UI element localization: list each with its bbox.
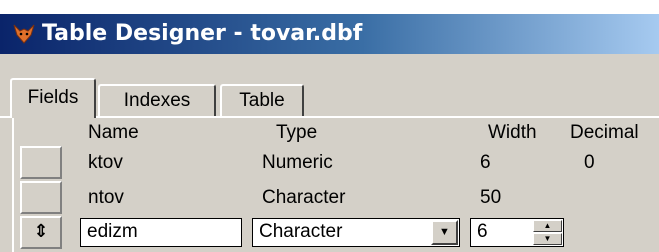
title-bar[interactable]: Table Designer - tovar.dbf: [0, 14, 659, 54]
chevron-down-icon[interactable]: ▼: [431, 220, 458, 245]
window-title: Table Designer - tovar.dbf: [42, 21, 363, 46]
field-type[interactable]: Character: [262, 181, 345, 214]
tab-indexes[interactable]: Indexes: [98, 84, 216, 116]
field-width[interactable]: 6: [480, 146, 491, 179]
tab-table-label: Table: [239, 90, 285, 111]
move-row-icon[interactable]: ⇕: [22, 218, 60, 246]
tab-indexes-label: Indexes: [123, 90, 191, 111]
field-width[interactable]: 50: [480, 181, 501, 214]
tab-table[interactable]: Table: [220, 84, 304, 116]
table-designer-window: Table Designer - tovar.dbf Fields Indexe…: [0, 14, 659, 252]
spin-up-icon[interactable]: ▲: [533, 220, 562, 232]
column-header-type: Type: [276, 122, 318, 143]
field-row-current[interactable]: ⇕ edizm Character ▼ 6 ▲ ▼: [0, 216, 659, 251]
row-selector[interactable]: [20, 146, 62, 179]
field-row[interactable]: ktov Numeric 6 0: [0, 146, 659, 181]
field-name-value: edizm: [87, 221, 138, 242]
tab-fields[interactable]: Fields: [10, 78, 96, 118]
row-selector[interactable]: [20, 181, 62, 214]
field-width-spinner[interactable]: 6 ▲ ▼: [470, 218, 564, 247]
field-type-combobox[interactable]: Character ▼: [252, 218, 460, 247]
column-header-name: Name: [88, 122, 139, 143]
field-type[interactable]: Numeric: [262, 146, 333, 179]
field-name-input[interactable]: edizm: [80, 218, 242, 247]
tab-strip: Fields Indexes Table: [0, 76, 659, 118]
field-width-value: 6: [477, 221, 488, 242]
field-decimal[interactable]: 0: [584, 146, 595, 179]
foxpro-icon: [12, 23, 36, 45]
panel-border: [0, 116, 659, 118]
field-type-value: Character: [259, 221, 343, 242]
spin-down-icon[interactable]: ▼: [533, 233, 562, 245]
width-spinner-buttons: ▲ ▼: [533, 220, 562, 245]
row-selector-current[interactable]: ⇕: [20, 216, 62, 249]
field-row[interactable]: ntov Character 50: [0, 181, 659, 216]
tab-fields-label: Fields: [27, 87, 79, 108]
field-name[interactable]: ktov: [88, 146, 123, 179]
field-name[interactable]: ntov: [88, 181, 124, 214]
column-header-width: Width: [488, 122, 537, 143]
page-text-strip: [0, 0, 659, 14]
column-header-decimal: Decimal: [570, 122, 639, 143]
